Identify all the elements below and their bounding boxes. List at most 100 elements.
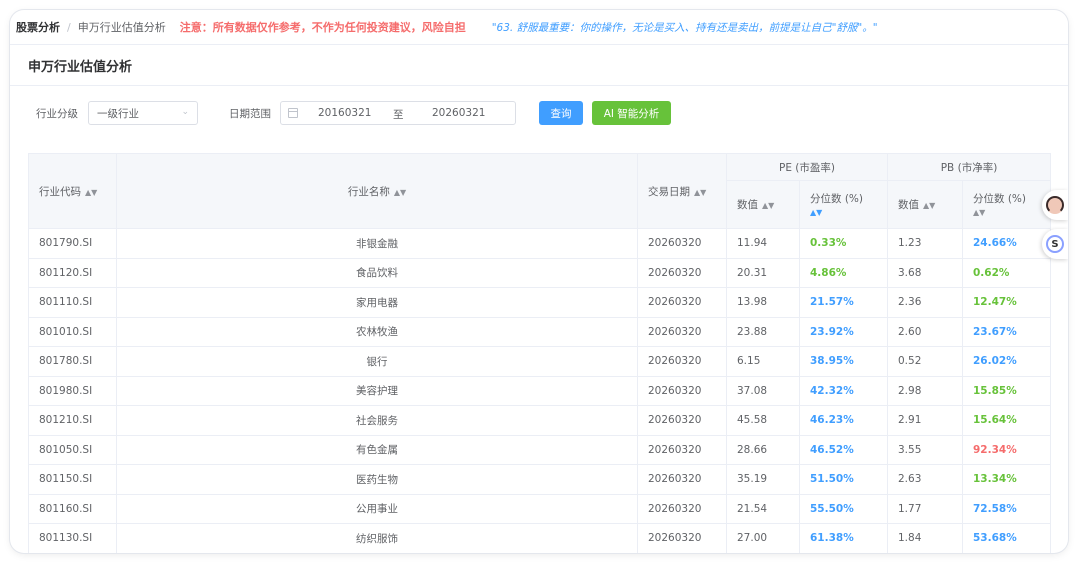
col-header-pb-value[interactable]: 数值 ▲▼: [887, 180, 963, 229]
date-end-input[interactable]: 20260321: [432, 107, 485, 119]
table-row[interactable]: 801210.SI 社会服务 20260320 45.58 46.23% 2.91 15.6…: [28, 405, 1052, 436]
col-header-pe-value[interactable]: 数值 ▲▼: [726, 180, 800, 229]
table-row[interactable]: 801110.SI 家用电器 20260320 13.98 21.57% 2.36 12.4…: [28, 287, 1052, 318]
cell-pe-value: 37.08: [726, 376, 800, 406]
cell-pb-percentile: 92.34%: [962, 435, 1052, 465]
cell-code: 801010.SI: [28, 317, 117, 347]
cell-pb-value: 3.55: [887, 435, 963, 465]
date-range-picker[interactable]: 20160321 至 20260321: [280, 101, 516, 125]
cell-code: 801790.SI: [28, 228, 117, 259]
cell-pb-value: 1.77: [887, 494, 963, 524]
col-header-code[interactable]: 行业代码 ▲▼: [28, 153, 117, 229]
table-row[interactable]: 801980.SI 美容护理 20260320 37.08 42.32% 2.98 15.8…: [28, 376, 1052, 406]
cell-pe-percentile: 4.86%: [799, 258, 888, 288]
cell-pe-percentile: 38.95%: [799, 346, 888, 377]
col-header-name[interactable]: 行业名称 ▲▼: [116, 153, 638, 229]
cell-date: 20260320: [637, 523, 727, 553]
cell-pb-value: 2.36: [887, 287, 963, 318]
ai-analysis-button[interactable]: AI 智能分析: [592, 101, 671, 125]
cell-code: 801980.SI: [28, 376, 117, 406]
top-bar: 股票分析 / 申万行业估值分析 注意：所有数据仅作参考，不作为任何投资建议，风险…: [10, 10, 1068, 44]
cell-pb-percentile: 23.67%: [962, 317, 1052, 347]
breadcrumb-separator: /: [67, 20, 71, 34]
app-logo-icon: S: [1046, 235, 1064, 253]
assistant-avatar-button[interactable]: [1042, 190, 1068, 220]
table-row[interactable]: 801780.SI 银行 20260320 6.15 38.95% 0.52 26.02%: [28, 346, 1052, 377]
cell-name: 医药生物: [116, 464, 638, 495]
page-title: 申万行业估值分析: [28, 59, 133, 75]
cell-code: 801130.SI: [28, 523, 117, 553]
breadcrumb-root[interactable]: 股票分析: [16, 19, 60, 35]
cell-name: 非银金融: [116, 228, 638, 259]
cell-pe-value: 27.00: [726, 523, 800, 553]
sort-icon[interactable]: ▲▼: [923, 201, 935, 210]
cell-pe-value: 23.88: [726, 317, 800, 347]
cell-pe-percentile: 46.23%: [799, 405, 888, 436]
table-row[interactable]: 801130.SI 纺织服饰 20260320 27.00 61.38% 1.84 53.6…: [28, 523, 1052, 553]
cell-code: 801150.SI: [28, 464, 117, 495]
calendar-icon: [288, 108, 298, 118]
query-button[interactable]: 查询: [539, 101, 583, 125]
cell-name: 农林牧渔: [116, 317, 638, 347]
cell-date: 20260320: [637, 346, 727, 377]
cell-pb-value: 1.23: [887, 228, 963, 259]
cell-pb-percentile: 15.64%: [962, 405, 1052, 436]
table-row[interactable]: 801150.SI 医药生物 20260320 35.19 51.50% 2.63 13.3…: [28, 464, 1052, 495]
cell-pb-value: 2.63: [887, 464, 963, 495]
cell-date: 20260320: [637, 376, 727, 406]
sort-icon[interactable]: ▲▼: [973, 208, 985, 217]
table-row[interactable]: 801160.SI 公用事业 20260320 21.54 55.50% 1.77 72.5…: [28, 494, 1052, 524]
breadcrumb-current: 申万行业估值分析: [77, 21, 166, 34]
cell-pe-percentile: 51.50%: [799, 464, 888, 495]
app-window: 股票分析 / 申万行业估值分析 注意：所有数据仅作参考，不作为任何投资建议，风险…: [10, 10, 1068, 553]
table-row[interactable]: 801120.SI 食品饮料 20260320 20.31 4.86% 3.68 0.62%: [28, 258, 1052, 288]
industry-level-select[interactable]: 一级行业 ⌄: [88, 101, 198, 125]
tip-quote: "63. 舒服最重要：你的操作，无论是买入、持有还是卖出，前提是让自己"舒服"。…: [491, 21, 878, 34]
cell-pe-value: 13.98: [726, 287, 800, 318]
cell-pe-percentile: 42.32%: [799, 376, 888, 406]
table-row[interactable]: 801050.SI 有色金属 20260320 28.66 46.52% 3.55 92.3…: [28, 435, 1052, 465]
cell-pe-value: 21.54: [726, 494, 800, 524]
cell-pe-percentile: 61.38%: [799, 523, 888, 553]
cell-date: 20260320: [637, 287, 727, 318]
cell-name: 家用电器: [116, 287, 638, 318]
col-header-pb-percentile[interactable]: 分位数 (%) ▲▼: [961, 180, 1052, 229]
cell-name: 银行: [116, 346, 638, 377]
col-group-pe: PE (市盈率): [726, 153, 888, 181]
cell-code: 801050.SI: [28, 435, 117, 465]
date-start-input[interactable]: 20160321: [318, 107, 371, 119]
sort-ascending-icon[interactable]: ▲▼: [810, 208, 822, 217]
cell-pb-percentile: 53.68%: [962, 523, 1052, 553]
cell-date: 20260320: [637, 258, 727, 288]
col-header-date[interactable]: 交易日期 ▲▼: [637, 153, 727, 229]
cell-code: 801120.SI: [28, 258, 117, 288]
cell-pe-percentile: 23.92%: [799, 317, 888, 347]
cell-name: 社会服务: [116, 405, 638, 436]
chevron-down-icon: ⌄: [181, 107, 189, 117]
col-header-pe-percentile[interactable]: 分位数 (%) ▲▼: [799, 180, 888, 229]
cell-date: 20260320: [637, 435, 727, 465]
cell-date: 20260320: [637, 317, 727, 347]
industry-level-value: 一级行业: [97, 107, 139, 120]
table-row[interactable]: 801010.SI 农林牧渔 20260320 23.88 23.92% 2.60 23.6…: [28, 317, 1052, 347]
cell-code: 801210.SI: [28, 405, 117, 436]
cell-pb-percentile: 72.58%: [962, 494, 1052, 524]
sort-icon[interactable]: ▲▼: [394, 188, 406, 197]
sort-icon[interactable]: ▲▼: [694, 188, 706, 197]
cell-pb-percentile: 12.47%: [962, 287, 1052, 318]
sort-icon[interactable]: ▲▼: [762, 201, 774, 210]
table-row[interactable]: 801790.SI 非银金融 20260320 11.94 0.33% 1.23 24.66…: [28, 228, 1052, 259]
cell-pb-percentile: 13.34%: [962, 464, 1052, 495]
app-logo-button[interactable]: S: [1042, 229, 1068, 259]
cell-pb-value: 2.60: [887, 317, 963, 347]
cell-pb-value: 2.98: [887, 376, 963, 406]
cell-pb-value: 2.91: [887, 405, 963, 436]
cell-name: 美容护理: [116, 376, 638, 406]
cell-pb-percentile: 15.85%: [962, 376, 1052, 406]
cell-code: 801110.SI: [28, 287, 117, 318]
table-body: 801790.SI 非银金融 20260320 11.94 0.33% 1.23 24.66…: [28, 228, 1052, 553]
cell-pe-value: 35.19: [726, 464, 800, 495]
cell-name: 公用事业: [116, 494, 638, 524]
sort-icon[interactable]: ▲▼: [85, 188, 97, 197]
cell-date: 20260320: [637, 228, 727, 259]
